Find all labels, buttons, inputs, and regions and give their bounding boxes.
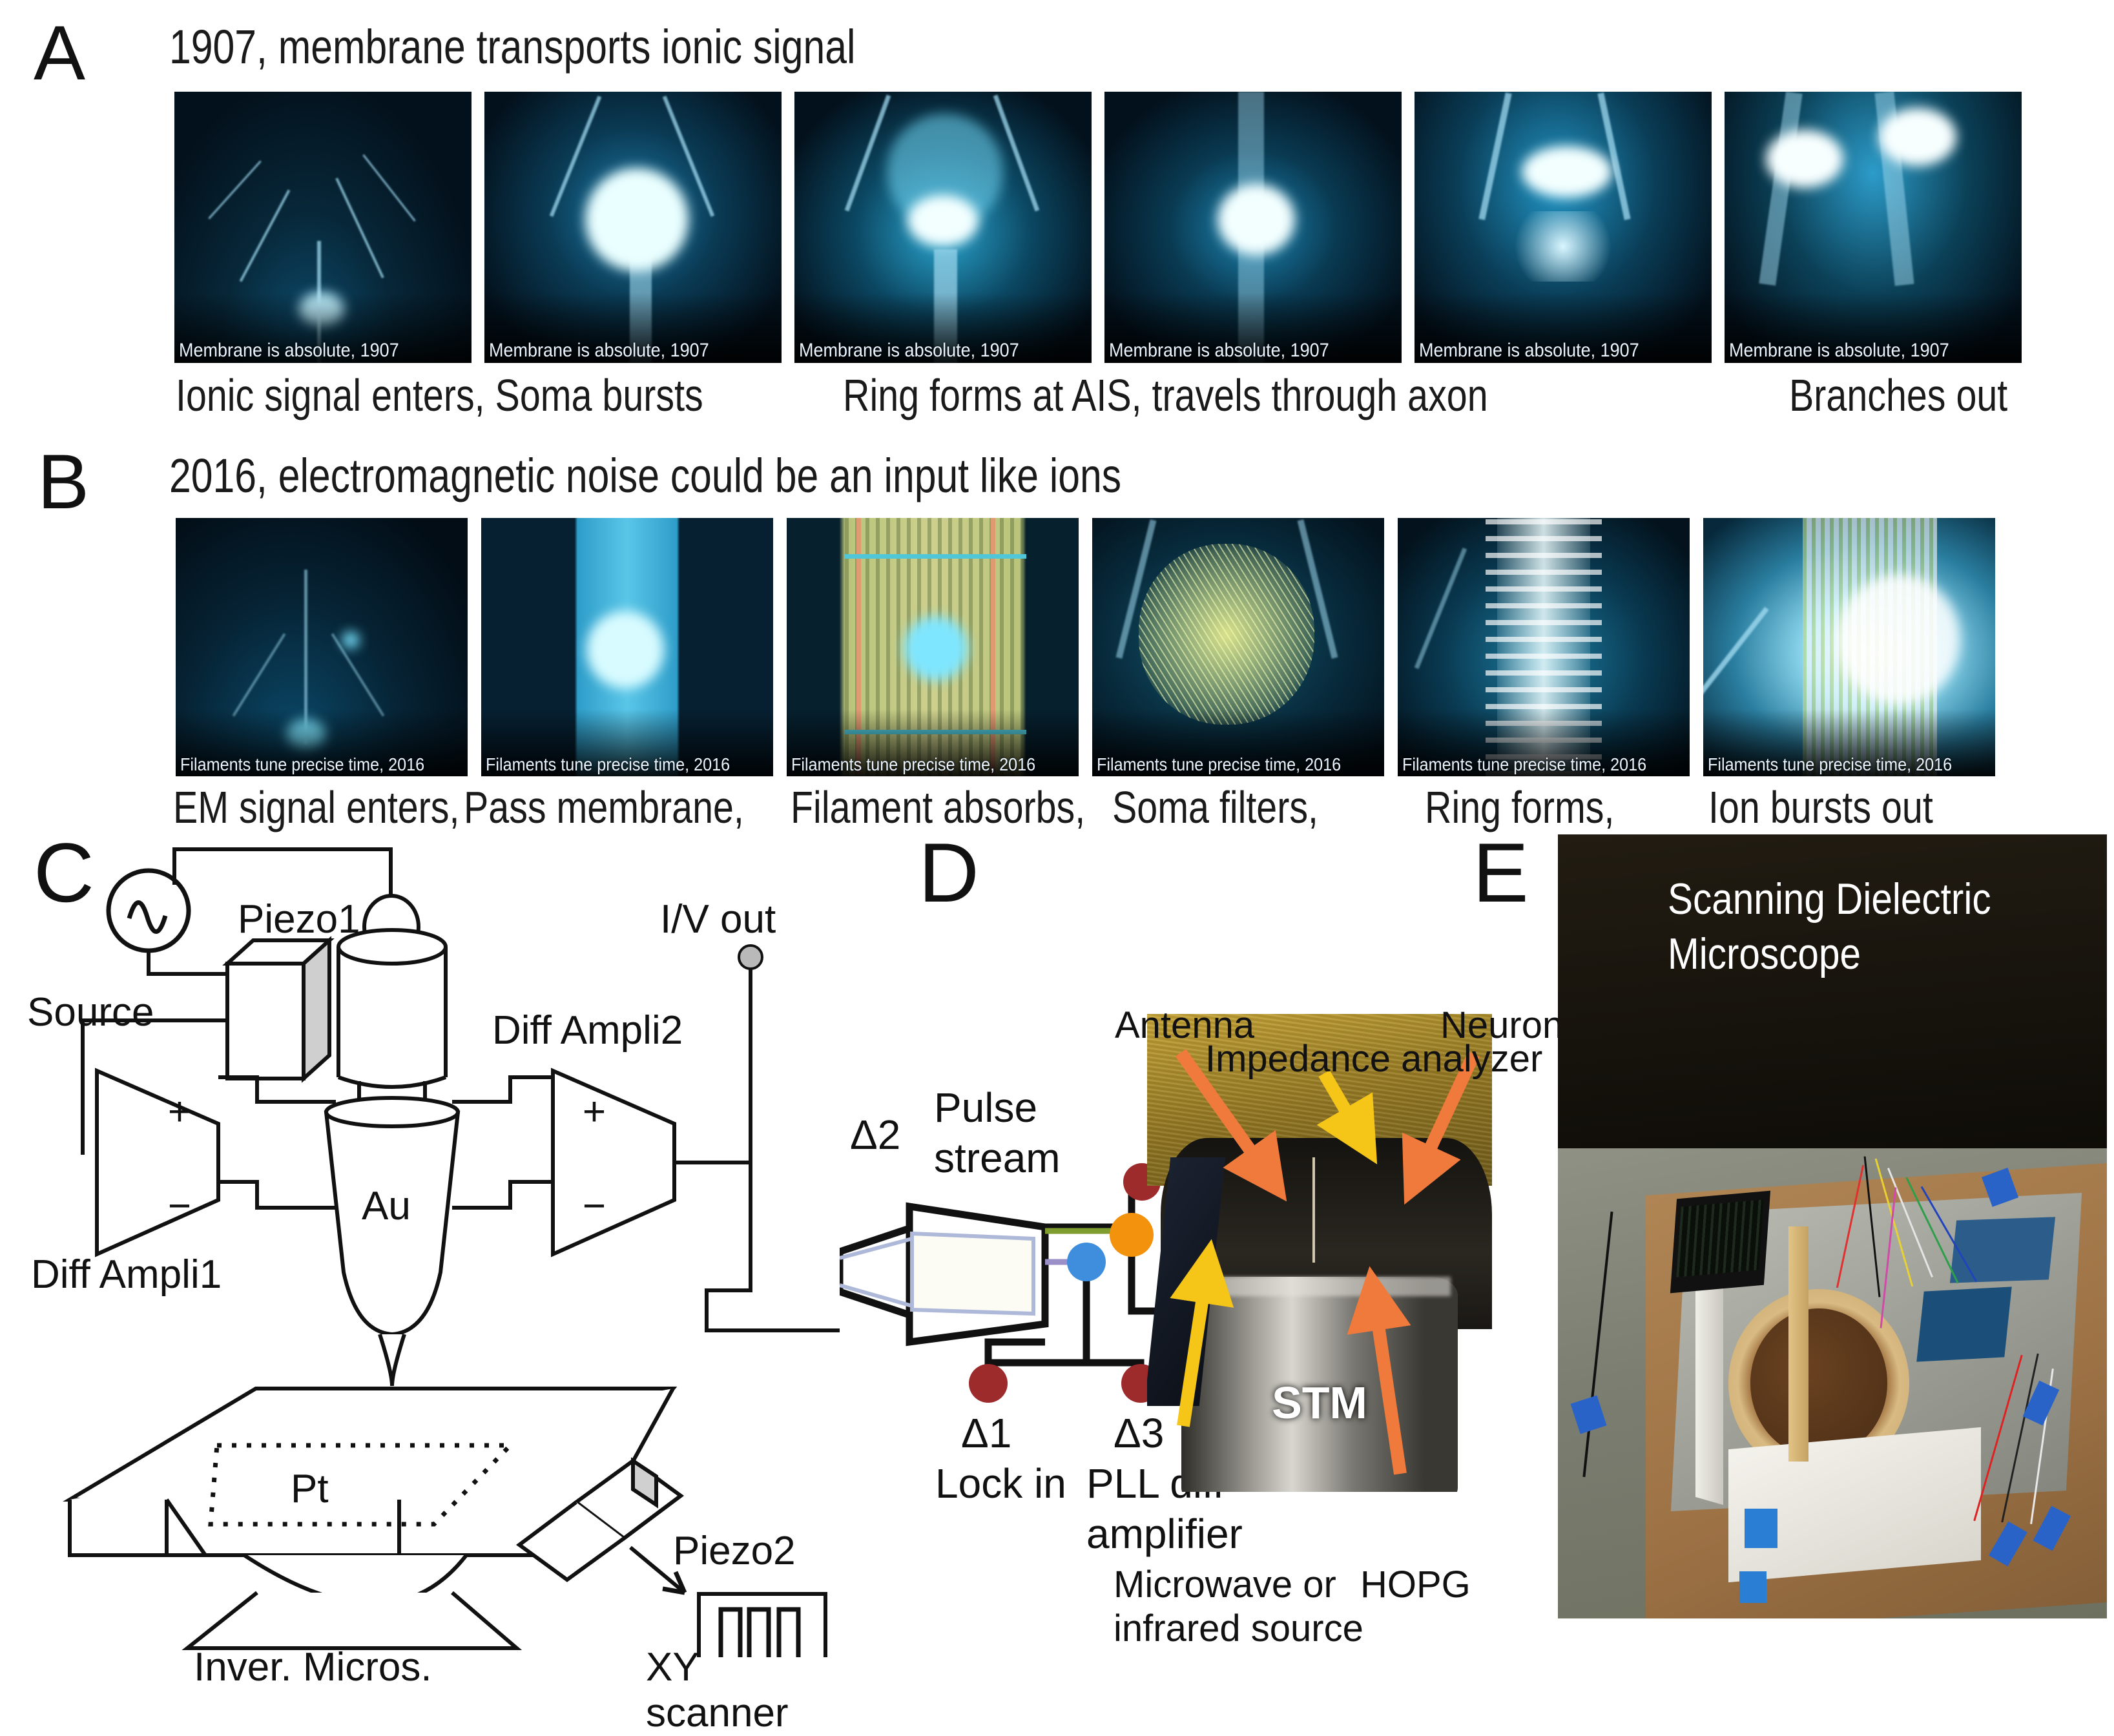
panel-a-tile-3: Membrane is absolute, 1907 bbox=[794, 92, 1092, 363]
panel-c-label-xy-scanner: XY scanner bbox=[646, 1645, 789, 1735]
panel-c-label-inverted-microscope: Inver. Micros. bbox=[194, 1645, 432, 1690]
panel-a-title: 1907, membrane transports ionic signal bbox=[169, 20, 856, 74]
panel-b: B 2016, electromagnetic noise could be a… bbox=[0, 420, 2114, 832]
panel-d-label-microwave-line2: infrared source bbox=[1114, 1607, 1363, 1649]
panel-d-letter: D bbox=[918, 825, 979, 920]
stm-photo-label: STM bbox=[1272, 1378, 1367, 1429]
panel-c-letter: C bbox=[34, 825, 94, 920]
panel-c: C + − + − Source Piezo1 I/V out Diff Amp… bbox=[0, 820, 840, 1735]
panel-a-caption-3: Branches out bbox=[1789, 370, 2008, 420]
node-blue bbox=[1067, 1243, 1106, 1281]
panel-d-stm-photo: STM bbox=[1147, 1014, 1492, 1492]
tile-caption: Filaments tune precise time, 2016 bbox=[1707, 754, 1952, 774]
panel-a-tile-2: Membrane is absolute, 1907 bbox=[484, 92, 782, 363]
panel-b-tile-5: Filaments tune precise time, 2016 bbox=[1398, 518, 1690, 776]
panel-c-label-diff-ampli1: Diff Ampli1 bbox=[31, 1252, 222, 1297]
panel-c-label-pt: Pt bbox=[291, 1467, 329, 1511]
panel-a: A 1907, membrane transports ionic signal… bbox=[0, 0, 2114, 420]
panel-b-letter: B bbox=[37, 439, 90, 525]
tile-caption: Membrane is absolute, 1907 bbox=[178, 340, 399, 361]
panel-d-label-microwave-line1: Microwave or bbox=[1114, 1564, 1336, 1606]
tile-caption: Filaments tune precise time, 2016 bbox=[1402, 754, 1646, 774]
panel-a-tile-5: Membrane is absolute, 1907 bbox=[1415, 92, 1712, 363]
node-red-delta1 bbox=[969, 1364, 1008, 1403]
panel-d-label-delta1: Δ1 bbox=[961, 1410, 1012, 1456]
panel-d-label-hopg: HOPG bbox=[1360, 1564, 1471, 1606]
panel-e-title-line2: Microscope bbox=[1668, 929, 1861, 978]
panel-e: E Scanning Dielectric Microscope bbox=[1473, 820, 2114, 1657]
tile-caption: Membrane is absolute, 1907 bbox=[488, 340, 709, 361]
tile-caption: Filaments tune precise time, 2016 bbox=[485, 754, 730, 774]
diff-ampli2-plus: + bbox=[583, 1090, 606, 1134]
panel-d-label-lock-in: Lock in bbox=[935, 1460, 1066, 1507]
panel-e-title-line1: Scanning Dielectric bbox=[1668, 874, 1991, 924]
panel-c-label-piezo1: Piezo1 bbox=[238, 897, 360, 942]
panel-a-caption-2: Ring forms at AIS, travels through axon bbox=[843, 370, 1488, 420]
panel-d-label-delta2: Δ2 bbox=[850, 1111, 901, 1158]
panel-a-letter: A bbox=[34, 10, 86, 96]
panel-a-tile-6: Membrane is absolute, 1907 bbox=[1725, 92, 2022, 363]
panel-e-letter: E bbox=[1473, 825, 1529, 920]
panel-a-tile-1: Membrane is absolute, 1907 bbox=[174, 92, 472, 363]
tile-caption: Membrane is absolute, 1907 bbox=[798, 340, 1019, 361]
panel-d-label-pll-line2: amplifier bbox=[1086, 1511, 1243, 1557]
diff-ampli1-plus: + bbox=[168, 1090, 191, 1134]
panel-d-label-pulse-line1: Pulse bbox=[934, 1084, 1038, 1131]
tile-caption: Filaments tune precise time, 2016 bbox=[1096, 754, 1341, 774]
panel-e-lab-photo: Scanning Dielectric Microscope bbox=[1558, 834, 2107, 1618]
tile-caption: Filaments tune precise time, 2016 bbox=[791, 754, 1035, 774]
panel-a-tile-4: Membrane is absolute, 1907 bbox=[1104, 92, 1402, 363]
panel-b-tile-4: Filaments tune precise time, 2016 bbox=[1092, 518, 1384, 776]
tile-caption: Membrane is absolute, 1907 bbox=[1418, 340, 1639, 361]
panel-b-tile-3: Filaments tune precise time, 2016 bbox=[787, 518, 1079, 776]
panel-c-label-source: Source bbox=[27, 990, 154, 1035]
panel-c-label-au: Au bbox=[362, 1184, 411, 1228]
panel-b-tile-6: Filaments tune precise time, 2016 bbox=[1703, 518, 1995, 776]
diff-ampli1-minus: − bbox=[168, 1184, 191, 1228]
panel-c-label-iv-out: I/V out bbox=[660, 897, 776, 942]
panel-d-label-pulse-line2: stream bbox=[934, 1135, 1061, 1181]
panel-b-title: 2016, electromagnetic noise could be an … bbox=[169, 449, 1122, 502]
diff-ampli2-minus: − bbox=[583, 1184, 606, 1228]
panel-c-label-diff-ampli2: Diff Ampli2 bbox=[492, 1008, 683, 1053]
tile-caption: Membrane is absolute, 1907 bbox=[1728, 340, 1949, 361]
panel-b-tile-1: Filaments tune precise time, 2016 bbox=[176, 518, 468, 776]
panel-a-caption-1: Ionic signal enters, Soma bursts bbox=[176, 370, 703, 420]
tile-caption: Membrane is absolute, 1907 bbox=[1108, 340, 1329, 361]
tile-caption: Filaments tune precise time, 2016 bbox=[180, 754, 424, 774]
panel-d: D Δ2 Pulse stream Δ1 Lock in Δ3 PLL diff… bbox=[840, 820, 1563, 1657]
panel-c-label-piezo2: Piezo2 bbox=[673, 1529, 796, 1573]
panel-b-tile-2: Filaments tune precise time, 2016 bbox=[481, 518, 773, 776]
